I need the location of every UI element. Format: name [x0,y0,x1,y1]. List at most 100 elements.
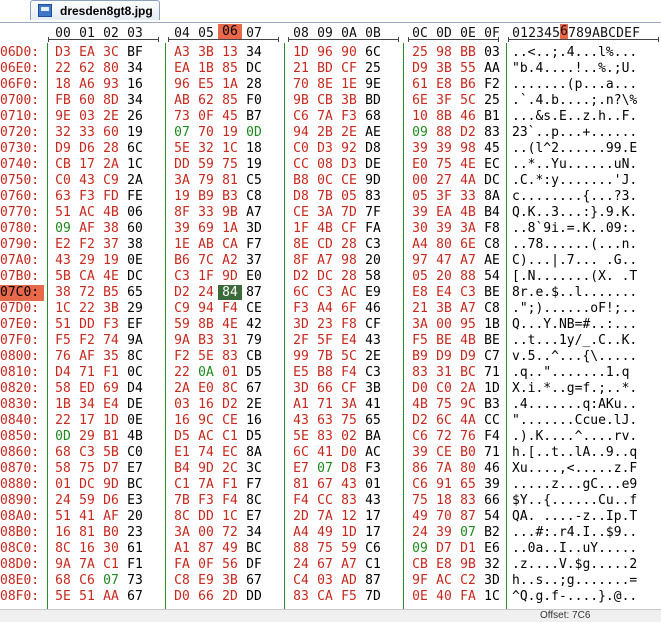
hex-byte[interactable]: AA [99,589,123,604]
hex-byte[interactable]: CE [337,173,361,188]
hex-byte[interactable]: 60 [99,125,123,140]
hex-byte[interactable]: C8 [480,301,504,316]
hex-byte[interactable]: C6 [289,109,313,124]
hex-byte[interactable]: B6 [456,77,480,92]
hex-byte[interactable]: DD [242,589,266,604]
hex-byte[interactable]: E5 [289,365,313,380]
hex-byte[interactable]: E3 [123,493,147,508]
hex-byte[interactable]: 19 [218,125,242,140]
hex-byte[interactable]: E1 [170,445,194,460]
hex-byte[interactable]: D2 [289,269,313,284]
hex-byte[interactable]: 28 [242,77,266,92]
ascii-row[interactable]: [.N.......(X. .T [512,269,661,284]
hex-byte[interactable]: 34 [123,93,147,108]
hex-byte[interactable]: 88 [432,125,456,140]
hex-byte[interactable]: 74 [99,333,123,348]
hex-byte[interactable]: AF [99,509,123,524]
hex-byte[interactable]: 21 [289,61,313,76]
hex-byte[interactable]: B6 [170,253,194,268]
hex-byte[interactable]: 49 [218,541,242,556]
hex-byte[interactable]: E8 [432,77,456,92]
hex-byte[interactable]: 7A [313,509,337,524]
hex-byte[interactable]: 23 [123,525,147,540]
hex-byte[interactable]: 72 [218,525,242,540]
hex-byte[interactable]: 51 [51,205,75,220]
hex-byte[interactable]: 19 [170,189,194,204]
hex-byte[interactable]: 29 [75,429,99,444]
hex-byte[interactable]: 43 [51,253,75,268]
hex-byte[interactable]: 16 [123,77,147,92]
hex-byte[interactable]: 9E [51,109,75,124]
hex-byte[interactable]: D2 [218,397,242,412]
hex-byte[interactable]: F1 [99,365,123,380]
hex-byte[interactable]: 62 [194,93,218,108]
hex-byte[interactable]: F5 [408,333,432,348]
hex-byte[interactable]: 3D [242,221,266,236]
hex-byte[interactable]: 6E [456,237,480,252]
hex-byte[interactable]: D2 [408,413,432,428]
hex-byte[interactable]: C3 [361,237,385,252]
hex-byte[interactable]: A4 [408,237,432,252]
hex-byte[interactable]: 59 [75,493,99,508]
hex-byte[interactable]: 21 [408,301,432,316]
hex-byte[interactable]: 99 [289,349,313,364]
hex-byte[interactable]: 0E [123,413,147,428]
hex-byte[interactable]: 8C [218,381,242,396]
hex-byte[interactable]: E7 [289,461,313,476]
hex-byte[interactable]: 27 [432,173,456,188]
hex-byte[interactable]: C9 [99,173,123,188]
hex-byte[interactable]: 3A [408,317,432,332]
hex-byte[interactable]: CE [242,301,266,316]
hex-byte[interactable]: C3 [170,269,194,284]
hex-byte[interactable]: 7B [313,189,337,204]
hex-byte[interactable]: 0C [313,173,337,188]
hex-byte[interactable]: 08 [313,157,337,172]
hex-byte[interactable]: 0F [194,557,218,572]
hex-byte[interactable]: 32 [51,125,75,140]
hex-byte[interactable]: 8E [289,237,313,252]
hex-byte[interactable]: 18 [51,77,75,92]
hex-byte[interactable]: 7A [313,109,337,124]
hex-byte[interactable]: AD [337,573,361,588]
hex-byte[interactable]: 1D [480,381,504,396]
hex-byte[interactable]: 38 [99,221,123,236]
ascii-row[interactable]: 8r.e.$..l....... [512,285,661,300]
hex-byte[interactable]: 9A [51,557,75,572]
hex-byte[interactable]: 7A [75,557,99,572]
hex-byte[interactable]: DE [361,157,385,172]
hex-byte[interactable]: 24 [289,557,313,572]
hex-byte[interactable]: B9 [194,189,218,204]
hex-byte[interactable]: 9B [289,93,313,108]
hex-byte[interactable]: 1D [337,525,361,540]
hex-byte[interactable]: 3D [480,573,504,588]
hex-byte[interactable]: 2E [99,109,123,124]
ascii-row[interactable]: ..t...1y/_.C..K. [512,333,661,348]
hex-byte[interactable]: E4 [432,285,456,300]
ascii-row[interactable]: Q.K..3...:}.9.K. [512,205,661,220]
hex-byte[interactable]: F1 [123,557,147,572]
hex-byte[interactable]: 46 [480,461,504,476]
hex-byte[interactable]: BE [480,333,504,348]
hex-byte[interactable]: D3 [337,157,361,172]
hex-byte[interactable]: 07 [456,525,480,540]
hex-byte[interactable]: CF [337,381,361,396]
hex-byte[interactable]: EC [218,445,242,460]
hex-byte[interactable]: 66 [480,493,504,508]
hex-byte[interactable]: 65 [361,413,385,428]
hex-byte[interactable]: C2 [456,573,480,588]
hex-byte[interactable]: F4 [289,493,313,508]
hex-byte[interactable]: C7 [480,349,504,364]
hex-byte[interactable]: F8 [337,317,361,332]
hex-byte[interactable]: CF [337,221,361,236]
hex-byte[interactable]: C1 [361,557,385,572]
hex-byte[interactable]: AC [75,205,99,220]
hex-byte[interactable]: 1F [289,221,313,236]
hex-byte[interactable]: 05 [408,269,432,284]
hex-byte[interactable]: BB [456,45,480,60]
hex-byte[interactable]: 28 [337,269,361,284]
hex-byte[interactable]: 60 [75,93,99,108]
hex-byte[interactable]: 67 [123,589,147,604]
hex-byte[interactable]: B1 [480,109,504,124]
hex-byte[interactable]: 2F [289,333,313,348]
hex-byte[interactable]: 75 [408,493,432,508]
